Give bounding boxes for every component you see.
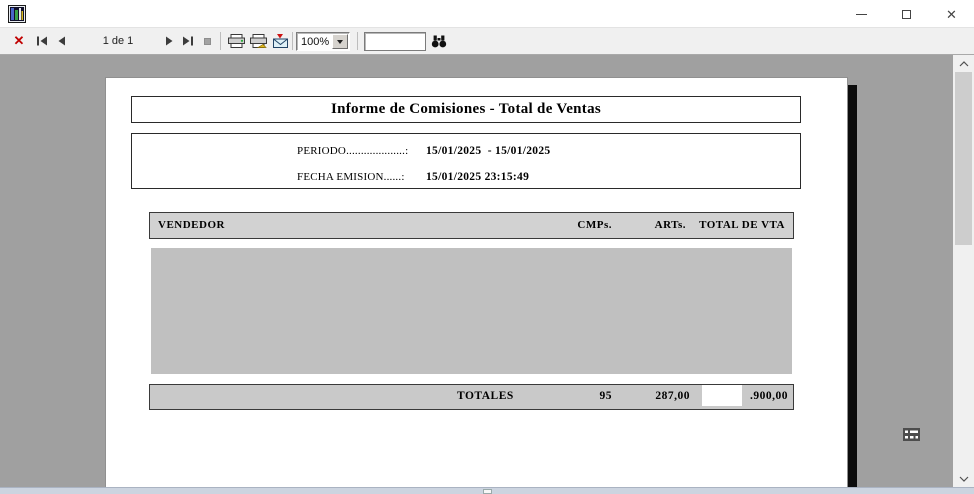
close-report-button[interactable]: ✕ [10,28,28,54]
minimize-icon [856,14,867,15]
redaction-patch [702,385,742,406]
stop-icon [204,38,211,45]
export-envelope-icon [272,34,289,48]
totals-arts-value: 287,00 [655,385,690,408]
page-indicator: 1 de 1 [88,28,148,54]
app-icon [8,5,26,23]
report-title: Informe de Comisiones - Total de Ventas [331,101,601,118]
previous-page-button[interactable] [52,28,70,54]
scroll-down-button[interactable] [953,470,974,487]
window-controls: ✕ [839,0,974,28]
scrollbar-thumb[interactable] [955,72,972,245]
totals-total-value: .900,00 [750,385,788,408]
redacted-data-block [151,248,792,374]
stop-loading-button[interactable] [199,28,215,54]
binoculars-icon [431,35,447,48]
next-page-icon [165,36,175,46]
chevron-up-icon [959,61,969,67]
report-header-box: PERIODO....................: 15/01/2025 … [131,133,801,189]
report-page: Informe de Comisiones - Total de Ventas … [105,77,848,487]
column-header-arts: ARTs. [655,213,686,237]
chevron-down-icon [959,476,969,482]
horizontal-scrollbar[interactable] [0,487,974,494]
report-title-box: Informe de Comisiones - Total de Ventas [131,96,801,123]
search-text-input[interactable] [364,32,426,51]
previous-page-icon [56,36,66,46]
report-viewer-window: ✕ ✕ 1 de 1 [0,0,974,494]
last-page-icon [182,36,194,46]
report-preview-area[interactable]: Informe de Comisiones - Total de Ventas … [0,55,953,487]
emission-row: FECHA EMISION......: 15/01/2025 23:15:49 [297,167,529,185]
first-page-icon [36,36,48,46]
first-page-button[interactable] [33,28,51,54]
last-page-button[interactable] [179,28,197,54]
grid-icon [903,428,920,441]
column-header-vendedor: VENDEDOR [158,213,225,237]
close-button[interactable]: ✕ [929,0,974,28]
zoom-value: 100% [297,36,332,48]
vertical-scrollbar[interactable] [953,55,974,487]
find-button[interactable] [429,28,449,54]
totals-label: TOTALES [457,385,514,408]
toolbar-separator [292,32,293,50]
titlebar: ✕ [0,0,974,28]
column-header-total-de-vta: TOTAL DE VTA [699,213,785,237]
totals-cmps-value: 95 [600,385,613,408]
print-button[interactable] [226,28,246,54]
close-icon: ✕ [946,8,957,21]
table-header-row: VENDEDOR CMPs. ARTs. TOTAL DE VTA [149,212,794,239]
zoom-dropdown-button[interactable] [332,34,348,49]
maximize-button[interactable] [884,0,929,28]
period-row: PERIODO....................: 15/01/2025 … [297,141,550,159]
column-header-cmps: CMPs. [577,213,612,237]
export-button[interactable] [270,28,290,54]
period-label: PERIODO....................: [297,145,422,157]
page-shadow [848,85,857,487]
emission-value: 15/01/2025 23:15:49 [426,171,529,183]
close-report-icon: ✕ [14,33,25,49]
next-page-button[interactable] [161,28,179,54]
totals-row: TOTALES 95 287,00 .900,00 [149,384,794,410]
toolbar-separator [220,32,221,50]
printer-setup-icon [250,34,267,48]
minimize-button[interactable] [839,0,884,28]
printer-icon [228,34,245,48]
chevron-down-icon [337,40,343,44]
print-setup-button[interactable] [248,28,268,54]
maximize-icon [902,10,911,19]
zoom-combobox[interactable]: 100% [296,32,350,51]
toolbar: ✕ 1 de 1 [0,28,974,55]
scroll-up-button[interactable] [953,55,974,72]
scrollbar-handle[interactable] [483,489,492,494]
emission-label: FECHA EMISION......: [297,171,422,183]
toolbar-separator [357,32,358,50]
period-value: 15/01/2025 - 15/01/2025 [426,145,550,157]
